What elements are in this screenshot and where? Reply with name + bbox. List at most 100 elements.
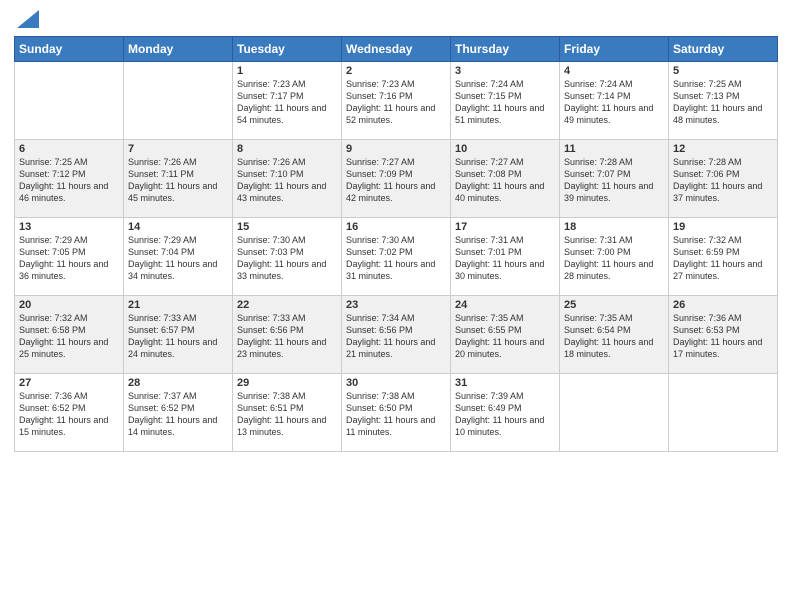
day-number: 17 <box>455 221 555 233</box>
cell-5-3: 29Sunrise: 7:38 AM Sunset: 6:51 PM Dayli… <box>233 374 342 452</box>
day-info: Sunrise: 7:32 AM Sunset: 6:59 PM Dayligh… <box>673 234 773 283</box>
day-number: 2 <box>346 65 446 77</box>
page: Sunday Monday Tuesday Wednesday Thursday… <box>0 0 792 612</box>
day-number: 25 <box>564 299 664 311</box>
col-friday: Friday <box>560 37 669 62</box>
day-info: Sunrise: 7:23 AM Sunset: 7:17 PM Dayligh… <box>237 78 337 127</box>
day-info: Sunrise: 7:26 AM Sunset: 7:11 PM Dayligh… <box>128 156 228 205</box>
cell-4-1: 20Sunrise: 7:32 AM Sunset: 6:58 PM Dayli… <box>15 296 124 374</box>
day-number: 18 <box>564 221 664 233</box>
cell-3-5: 17Sunrise: 7:31 AM Sunset: 7:01 PM Dayli… <box>451 218 560 296</box>
day-number: 7 <box>128 143 228 155</box>
week-row-4: 20Sunrise: 7:32 AM Sunset: 6:58 PM Dayli… <box>15 296 778 374</box>
day-number: 8 <box>237 143 337 155</box>
day-info: Sunrise: 7:24 AM Sunset: 7:15 PM Dayligh… <box>455 78 555 127</box>
day-info: Sunrise: 7:38 AM Sunset: 6:50 PM Dayligh… <box>346 390 446 439</box>
week-row-1: 1Sunrise: 7:23 AM Sunset: 7:17 PM Daylig… <box>15 62 778 140</box>
day-info: Sunrise: 7:35 AM Sunset: 6:54 PM Dayligh… <box>564 312 664 361</box>
day-info: Sunrise: 7:27 AM Sunset: 7:08 PM Dayligh… <box>455 156 555 205</box>
col-sunday: Sunday <box>15 37 124 62</box>
cell-2-7: 12Sunrise: 7:28 AM Sunset: 7:06 PM Dayli… <box>669 140 778 218</box>
day-info: Sunrise: 7:28 AM Sunset: 7:07 PM Dayligh… <box>564 156 664 205</box>
cell-4-7: 26Sunrise: 7:36 AM Sunset: 6:53 PM Dayli… <box>669 296 778 374</box>
cell-3-2: 14Sunrise: 7:29 AM Sunset: 7:04 PM Dayli… <box>124 218 233 296</box>
day-number: 20 <box>19 299 119 311</box>
logo <box>14 10 39 28</box>
day-info: Sunrise: 7:25 AM Sunset: 7:13 PM Dayligh… <box>673 78 773 127</box>
day-info: Sunrise: 7:32 AM Sunset: 6:58 PM Dayligh… <box>19 312 119 361</box>
cell-2-6: 11Sunrise: 7:28 AM Sunset: 7:07 PM Dayli… <box>560 140 669 218</box>
day-number: 12 <box>673 143 773 155</box>
day-info: Sunrise: 7:36 AM Sunset: 6:53 PM Dayligh… <box>673 312 773 361</box>
col-wednesday: Wednesday <box>342 37 451 62</box>
day-number: 21 <box>128 299 228 311</box>
week-row-2: 6Sunrise: 7:25 AM Sunset: 7:12 PM Daylig… <box>15 140 778 218</box>
cell-5-4: 30Sunrise: 7:38 AM Sunset: 6:50 PM Dayli… <box>342 374 451 452</box>
cell-3-7: 19Sunrise: 7:32 AM Sunset: 6:59 PM Dayli… <box>669 218 778 296</box>
day-number: 13 <box>19 221 119 233</box>
day-number: 6 <box>19 143 119 155</box>
cell-5-5: 31Sunrise: 7:39 AM Sunset: 6:49 PM Dayli… <box>451 374 560 452</box>
cell-1-6: 4Sunrise: 7:24 AM Sunset: 7:14 PM Daylig… <box>560 62 669 140</box>
day-info: Sunrise: 7:33 AM Sunset: 6:57 PM Dayligh… <box>128 312 228 361</box>
cell-5-2: 28Sunrise: 7:37 AM Sunset: 6:52 PM Dayli… <box>124 374 233 452</box>
week-row-3: 13Sunrise: 7:29 AM Sunset: 7:05 PM Dayli… <box>15 218 778 296</box>
day-info: Sunrise: 7:31 AM Sunset: 7:00 PM Dayligh… <box>564 234 664 283</box>
day-number: 11 <box>564 143 664 155</box>
calendar-table: Sunday Monday Tuesday Wednesday Thursday… <box>14 36 778 452</box>
day-number: 23 <box>346 299 446 311</box>
day-number: 1 <box>237 65 337 77</box>
cell-4-3: 22Sunrise: 7:33 AM Sunset: 6:56 PM Dayli… <box>233 296 342 374</box>
cell-2-4: 9Sunrise: 7:27 AM Sunset: 7:09 PM Daylig… <box>342 140 451 218</box>
day-info: Sunrise: 7:35 AM Sunset: 6:55 PM Dayligh… <box>455 312 555 361</box>
cell-1-4: 2Sunrise: 7:23 AM Sunset: 7:16 PM Daylig… <box>342 62 451 140</box>
day-info: Sunrise: 7:23 AM Sunset: 7:16 PM Dayligh… <box>346 78 446 127</box>
day-number: 31 <box>455 377 555 389</box>
day-number: 14 <box>128 221 228 233</box>
header-row: Sunday Monday Tuesday Wednesday Thursday… <box>15 37 778 62</box>
day-number: 4 <box>564 65 664 77</box>
day-info: Sunrise: 7:31 AM Sunset: 7:01 PM Dayligh… <box>455 234 555 283</box>
day-info: Sunrise: 7:39 AM Sunset: 6:49 PM Dayligh… <box>455 390 555 439</box>
cell-2-3: 8Sunrise: 7:26 AM Sunset: 7:10 PM Daylig… <box>233 140 342 218</box>
cell-1-7: 5Sunrise: 7:25 AM Sunset: 7:13 PM Daylig… <box>669 62 778 140</box>
logo-triangle-icon <box>17 10 39 28</box>
day-info: Sunrise: 7:37 AM Sunset: 6:52 PM Dayligh… <box>128 390 228 439</box>
cell-2-5: 10Sunrise: 7:27 AM Sunset: 7:08 PM Dayli… <box>451 140 560 218</box>
day-info: Sunrise: 7:29 AM Sunset: 7:04 PM Dayligh… <box>128 234 228 283</box>
col-thursday: Thursday <box>451 37 560 62</box>
cell-4-2: 21Sunrise: 7:33 AM Sunset: 6:57 PM Dayli… <box>124 296 233 374</box>
day-info: Sunrise: 7:30 AM Sunset: 7:03 PM Dayligh… <box>237 234 337 283</box>
cell-3-3: 15Sunrise: 7:30 AM Sunset: 7:03 PM Dayli… <box>233 218 342 296</box>
day-number: 9 <box>346 143 446 155</box>
day-info: Sunrise: 7:25 AM Sunset: 7:12 PM Dayligh… <box>19 156 119 205</box>
col-saturday: Saturday <box>669 37 778 62</box>
cell-1-3: 1Sunrise: 7:23 AM Sunset: 7:17 PM Daylig… <box>233 62 342 140</box>
day-info: Sunrise: 7:30 AM Sunset: 7:02 PM Dayligh… <box>346 234 446 283</box>
cell-5-1: 27Sunrise: 7:36 AM Sunset: 6:52 PM Dayli… <box>15 374 124 452</box>
day-number: 27 <box>19 377 119 389</box>
day-number: 5 <box>673 65 773 77</box>
day-number: 26 <box>673 299 773 311</box>
cell-3-6: 18Sunrise: 7:31 AM Sunset: 7:00 PM Dayli… <box>560 218 669 296</box>
day-info: Sunrise: 7:26 AM Sunset: 7:10 PM Dayligh… <box>237 156 337 205</box>
cell-2-1: 6Sunrise: 7:25 AM Sunset: 7:12 PM Daylig… <box>15 140 124 218</box>
cell-1-1 <box>15 62 124 140</box>
day-info: Sunrise: 7:29 AM Sunset: 7:05 PM Dayligh… <box>19 234 119 283</box>
day-info: Sunrise: 7:34 AM Sunset: 6:56 PM Dayligh… <box>346 312 446 361</box>
cell-2-2: 7Sunrise: 7:26 AM Sunset: 7:11 PM Daylig… <box>124 140 233 218</box>
day-info: Sunrise: 7:36 AM Sunset: 6:52 PM Dayligh… <box>19 390 119 439</box>
day-number: 15 <box>237 221 337 233</box>
week-row-5: 27Sunrise: 7:36 AM Sunset: 6:52 PM Dayli… <box>15 374 778 452</box>
col-monday: Monday <box>124 37 233 62</box>
day-number: 19 <box>673 221 773 233</box>
cell-1-5: 3Sunrise: 7:24 AM Sunset: 7:15 PM Daylig… <box>451 62 560 140</box>
day-info: Sunrise: 7:38 AM Sunset: 6:51 PM Dayligh… <box>237 390 337 439</box>
cell-4-6: 25Sunrise: 7:35 AM Sunset: 6:54 PM Dayli… <box>560 296 669 374</box>
day-number: 3 <box>455 65 555 77</box>
cell-5-6 <box>560 374 669 452</box>
cell-1-2 <box>124 62 233 140</box>
col-tuesday: Tuesday <box>233 37 342 62</box>
day-info: Sunrise: 7:28 AM Sunset: 7:06 PM Dayligh… <box>673 156 773 205</box>
day-info: Sunrise: 7:27 AM Sunset: 7:09 PM Dayligh… <box>346 156 446 205</box>
